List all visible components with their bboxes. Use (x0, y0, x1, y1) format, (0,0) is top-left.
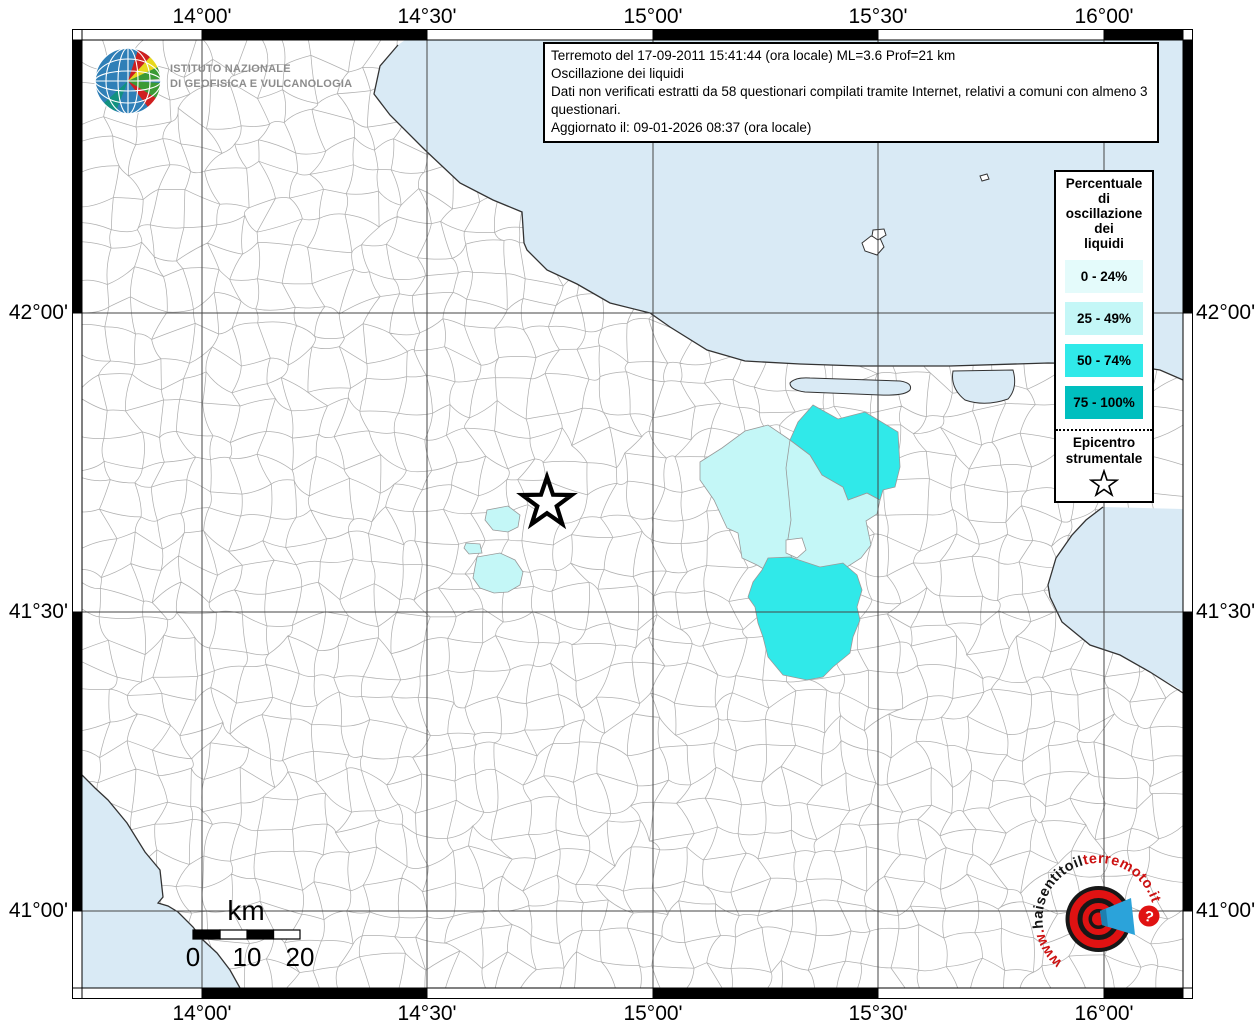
legend-divider (1056, 429, 1152, 431)
frame-segment (72, 987, 83, 999)
frame-segment (652, 29, 879, 41)
question-mark-badge: ? (1138, 905, 1160, 927)
legend-title-line: di (1098, 191, 1110, 206)
frame-segment (81, 987, 203, 999)
haisentito-watermark-logo: ? www.haisentitoilterremoto.it (1016, 843, 1181, 1003)
info-line-source: Dati non verificati estratti da 58 quest… (551, 84, 1148, 117)
axis-label-bottom-3: 15°30' (848, 1002, 908, 1024)
legend-box: Percentuale di oscillazione dei liquidi … (1054, 170, 1154, 503)
legend-swatch-50-74: 50 - 74% (1065, 344, 1143, 377)
axis-label-left-0: 42°00' (8, 301, 68, 324)
legend-epicenter-star-icon (1089, 469, 1119, 497)
scale-bar-unit: km (227, 895, 264, 926)
axis-label-left-2: 41°00' (8, 899, 68, 922)
frame-segment (1182, 29, 1193, 41)
scale-tick-10: 10 (233, 942, 262, 972)
frame-segment (201, 29, 428, 41)
frame-segment (81, 29, 203, 41)
ingv-logo: ISTITUTO NAZIONALE DI GEOFISICA E VULCAN… (92, 45, 392, 121)
scale-bar-cell (246, 929, 275, 940)
axis-label-bottom-0: 14°00' (172, 1002, 232, 1024)
axis-label-bottom-2: 15°00' (623, 1002, 683, 1024)
ingv-name-line-1: ISTITUTO NAZIONALE (170, 63, 291, 75)
legend-epicenter-line-2: strumentale (1065, 451, 1143, 466)
axis-label-top-2: 15°00' (623, 5, 683, 28)
axis-label-top-3: 15°30' (848, 5, 908, 28)
axis-label-top-4: 16°00' (1074, 5, 1134, 28)
frame-segment (426, 987, 654, 999)
axis-label-right-1: 41°30' (1196, 600, 1256, 623)
earthquake-map-page: { "header": { "info_box_lines": [ "Terre… (0, 0, 1256, 1024)
axis-label-top-0: 14°00' (172, 5, 232, 28)
frame-segment (1103, 29, 1184, 41)
scale-bar-cell (272, 929, 301, 940)
frame-segment (1182, 312, 1193, 613)
axis-label-right-0: 42°00' (1196, 301, 1256, 324)
scale-tick-20: 20 (286, 942, 315, 972)
legend-swatch-75-100: 75 - 100% (1065, 386, 1143, 419)
frame-segment (1182, 910, 1193, 989)
ingv-name-line-2: DI GEOFISICA E VULCANOLOGIA (170, 78, 353, 90)
legend-epicenter-line-1: Epicentro (1072, 435, 1136, 450)
frame-segment (426, 29, 654, 41)
axis-label-right-2: 41°00' (1196, 899, 1256, 922)
lesina-lagoon (789, 377, 911, 396)
ingv-globe-icon (94, 47, 162, 115)
frame-segment (652, 987, 879, 999)
axis-label-top-1: 14°30' (397, 5, 457, 28)
frame-segment (1182, 987, 1193, 999)
earthquake-info-box: Terremoto del 17-09-2011 15:41:44 (ora l… (543, 42, 1159, 143)
legend-title-line: oscillazione (1065, 206, 1143, 221)
scale-bar-cell (192, 929, 221, 940)
frame-segment (877, 29, 1105, 41)
legend-title-line: dei (1094, 221, 1114, 236)
frame-segment (201, 987, 428, 999)
scale-bar-cell (219, 929, 248, 940)
frame-segment (72, 611, 83, 912)
info-line-subject: Oscillazione dei liquidi (551, 66, 684, 81)
info-line-event: Terremoto del 17-09-2011 15:41:44 (ora l… (551, 48, 956, 63)
frame-segment (72, 39, 83, 314)
haisentito-logo-icon: ? www.haisentitoilterremoto.it (1030, 851, 1163, 971)
frame-segment (72, 29, 83, 41)
frame-segment (72, 312, 83, 613)
axis-label-left-1: 41°30' (8, 600, 68, 623)
scale-tick-0: 0 (186, 942, 200, 972)
legend-title-line: Percentuale (1065, 176, 1143, 191)
axis-label-bottom-1: 14°30' (397, 1002, 457, 1024)
legend-title-line: liquidi (1084, 236, 1124, 251)
legend-swatch-0-24: 0 - 24% (1065, 260, 1143, 293)
frame-segment (1182, 611, 1193, 912)
legend-swatch-25-49: 25 - 49% (1065, 302, 1143, 335)
info-line-updated: Aggiornato il: 09-01-2026 08:37 (ora loc… (551, 120, 812, 135)
frame-segment (1182, 39, 1193, 314)
axis-label-bottom-4: 16°00' (1074, 1002, 1134, 1024)
frame-segment (72, 910, 83, 989)
